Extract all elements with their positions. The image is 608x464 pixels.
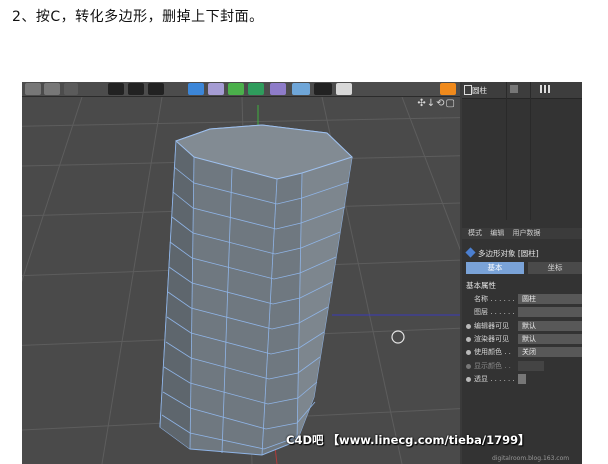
- sub-watermark-text: digitalroom.blog.163.com: [492, 455, 570, 462]
- name-field[interactable]: 圆柱: [518, 294, 582, 304]
- perspective-viewport[interactable]: ✣↓⟲▢: [22, 97, 460, 464]
- nurbs-icon[interactable]: [228, 83, 244, 95]
- use-color-label: 使用颜色 . .: [474, 348, 511, 356]
- c4d-screenshot: ✣↓⟲▢ 圆柱 模式 编辑 用户数据 多边形对象 [圆柱] 基本 坐标 基本属性…: [22, 82, 582, 464]
- editor-visible-row: 编辑器可见 默认: [466, 321, 582, 331]
- object-manager-divider: [530, 82, 531, 220]
- cube-primitive-icon[interactable]: [188, 83, 204, 95]
- spline-icon[interactable]: [208, 83, 224, 95]
- tab-user-data[interactable]: 用户数据: [512, 229, 540, 237]
- redo-icon[interactable]: [44, 83, 60, 95]
- visibility-toggle-icon[interactable]: [510, 85, 518, 93]
- display-color-row: 显示颜色 . .: [466, 361, 582, 371]
- render-picture-icon[interactable]: [128, 83, 144, 95]
- layer-field[interactable]: [518, 307, 582, 317]
- light-icon[interactable]: [336, 83, 352, 95]
- deformer-icon[interactable]: [270, 83, 286, 95]
- animate-dot-icon: [466, 363, 471, 369]
- right-panel: 圆柱 模式 编辑 用户数据 多边形对象 [圆柱] 基本 坐标 基本属性 名称 .…: [462, 82, 582, 464]
- editor-visible-select[interactable]: 默认: [518, 321, 582, 331]
- editor-visible-label: 编辑器可见: [474, 322, 509, 330]
- use-color-row: 使用颜色 . . 关闭: [466, 347, 582, 357]
- array-icon[interactable]: [248, 83, 264, 95]
- undo-icon[interactable]: [25, 83, 41, 95]
- step-caption: 2、按C，转化多边形，删掉上下封面。: [12, 9, 264, 25]
- animate-dot-icon[interactable]: [466, 323, 471, 329]
- animate-dot-icon[interactable]: [466, 349, 471, 355]
- cursor-ring: [391, 330, 405, 344]
- layer-row: 图层 . . . . . .: [466, 307, 582, 317]
- xray-checkbox[interactable]: [518, 374, 526, 384]
- xray-label: 透显 . . . . . .: [474, 375, 515, 383]
- phong-tag-icon[interactable]: [540, 85, 550, 93]
- render-visible-select[interactable]: 默认: [518, 334, 582, 344]
- layer-label: 图层 . . . . . .: [474, 308, 515, 316]
- python-icon[interactable]: [440, 83, 456, 95]
- watermark-text: C4D吧 【www.linecg.com/tieba/1799】: [286, 433, 530, 447]
- xray-row: 透显 . . . . . .: [466, 374, 582, 384]
- object-name: 圆柱: [472, 86, 487, 95]
- select-tool-icon[interactable]: [64, 83, 78, 95]
- section-title: 基本属性: [466, 281, 496, 290]
- tab-basic[interactable]: 基本: [466, 262, 524, 274]
- tab-coord[interactable]: 坐标: [528, 262, 582, 274]
- cylinder-object-icon: [464, 85, 472, 95]
- main-toolbar: [22, 82, 460, 97]
- object-manager-row[interactable]: 圆柱: [462, 82, 582, 99]
- tab-edit[interactable]: 编辑: [490, 229, 504, 237]
- display-color-label: 显示颜色 . .: [474, 362, 511, 370]
- render-view-icon[interactable]: [108, 83, 124, 95]
- render-settings-icon[interactable]: [148, 83, 164, 95]
- viewport-scene: [22, 97, 460, 464]
- object-title: 多边形对象 [圆柱]: [478, 249, 539, 258]
- animate-dot-icon[interactable]: [466, 336, 471, 342]
- animate-dot-icon[interactable]: [466, 376, 471, 382]
- polygon-object-icon: [465, 247, 476, 258]
- name-label: 名称 . . . . . .: [474, 295, 515, 303]
- object-manager-divider: [506, 82, 507, 220]
- name-row: 名称 . . . . . . 圆柱: [466, 294, 582, 304]
- tab-mode[interactable]: 模式: [468, 229, 482, 237]
- render-visible-row: 渲染器可见 默认: [466, 334, 582, 344]
- camera-icon[interactable]: [314, 83, 332, 95]
- floor-icon[interactable]: [292, 83, 310, 95]
- render-visible-label: 渲染器可见: [474, 335, 509, 343]
- attribute-tabs: 模式 编辑 用户数据: [462, 228, 582, 239]
- display-color-swatch[interactable]: [518, 361, 544, 371]
- use-color-select[interactable]: 关闭: [518, 347, 582, 357]
- viewport-nav-icons[interactable]: ✣↓⟲▢: [417, 98, 456, 109]
- cylinder-mesh[interactable]: [159, 124, 353, 456]
